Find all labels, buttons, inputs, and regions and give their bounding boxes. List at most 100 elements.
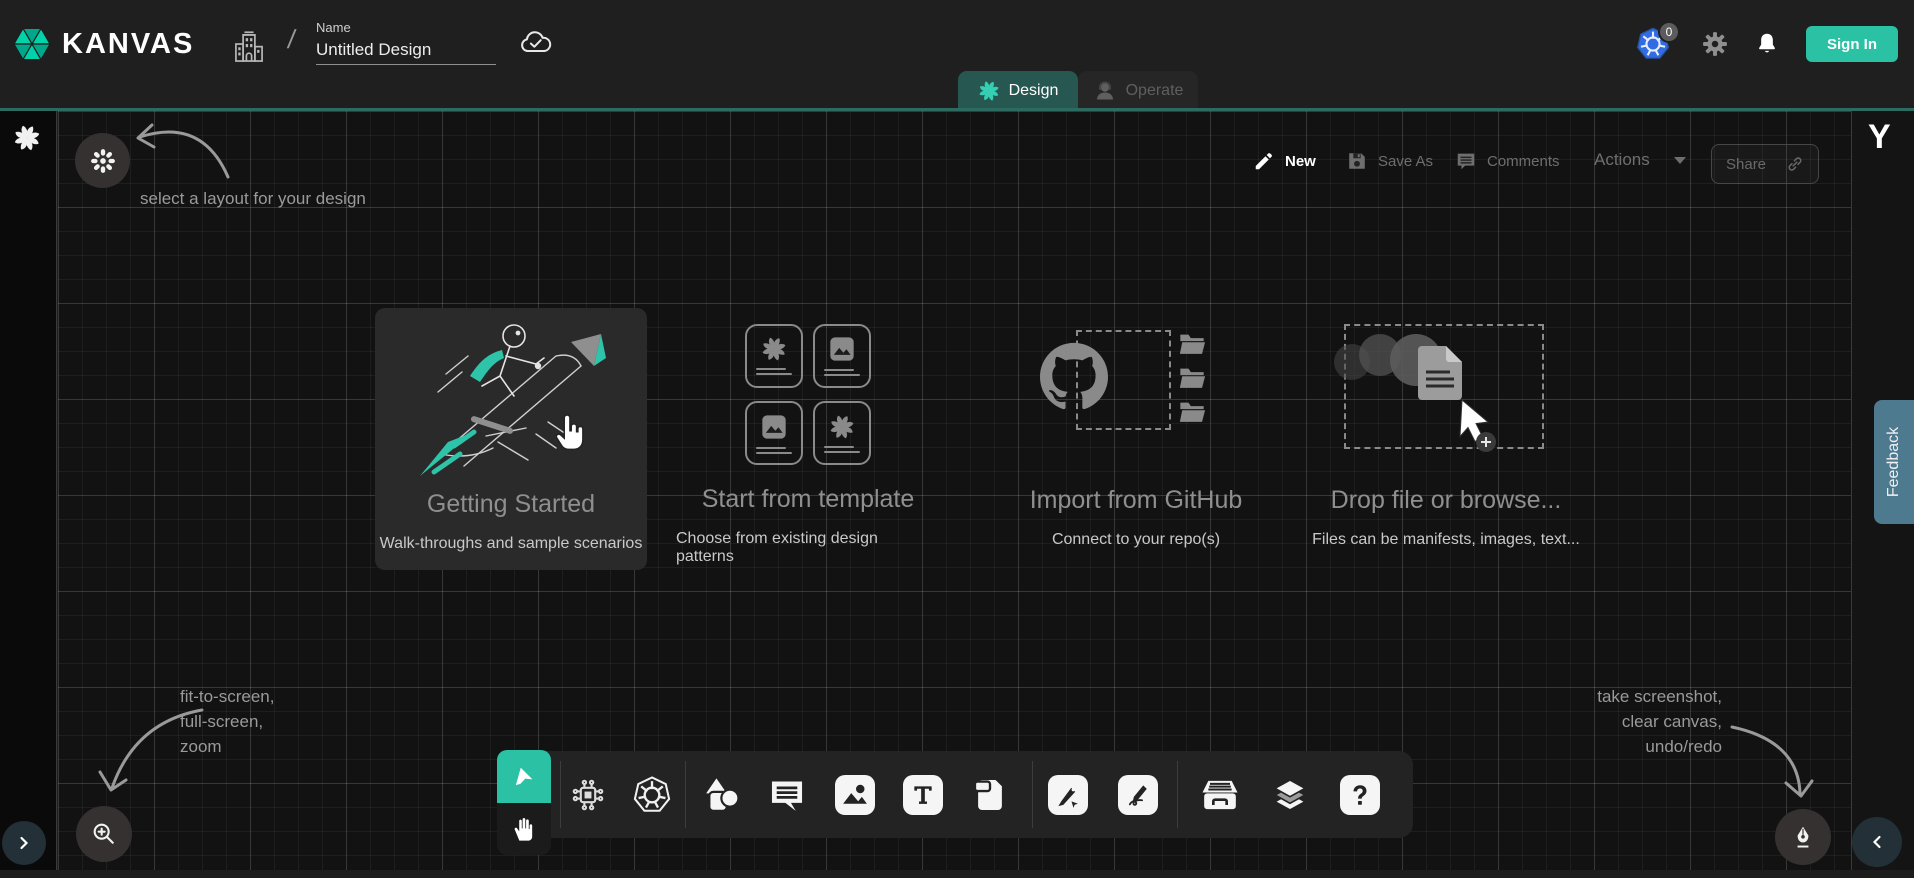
- drawer-tool[interactable]: [1198, 775, 1242, 815]
- feedback-label: Feedback: [1885, 427, 1903, 497]
- layers-tool[interactable]: [1268, 775, 1312, 815]
- comments-button[interactable]: Comments: [1455, 150, 1560, 172]
- drop-file-illustration: [1326, 322, 1566, 472]
- card-subtitle: Connect to your repo(s): [1052, 531, 1220, 549]
- relationship-y-icon[interactable]: Y: [1868, 118, 1891, 157]
- card-drop-file[interactable]: Drop file or browse... Files can be mani…: [1295, 322, 1597, 566]
- toolbar-separator: [560, 761, 561, 828]
- comment-tool[interactable]: [765, 775, 809, 815]
- left-rail: [0, 111, 57, 870]
- cluster-count-badge: 0: [1658, 21, 1680, 43]
- floppy-save-icon: [1346, 150, 1368, 172]
- share-label: Share: [1726, 156, 1766, 173]
- sign-in-button[interactable]: Sign In: [1806, 26, 1898, 62]
- kubernetes-icon: [633, 776, 671, 814]
- text-tool[interactable]: [903, 775, 943, 815]
- actions-label: Actions: [1594, 150, 1650, 170]
- tab-design-label: Design: [1009, 82, 1059, 100]
- share-button[interactable]: Share: [1711, 144, 1819, 184]
- drop-cursor: [1460, 400, 1496, 452]
- actions-dropdown[interactable]: Actions: [1594, 150, 1686, 170]
- comment-icon: [1455, 150, 1477, 172]
- layout-hint-text: select a layout for your design: [140, 186, 366, 211]
- chevron-left-icon: [1867, 832, 1887, 852]
- card-import-from-github[interactable]: Import from GitHub Connect to your repo(…: [1000, 322, 1272, 566]
- toolbar-separator: [685, 761, 686, 828]
- select-tool[interactable]: [497, 750, 551, 803]
- zoom-in-icon: [90, 820, 118, 848]
- shapes-icon: [703, 776, 741, 814]
- kubernetes-tool[interactable]: [630, 775, 674, 815]
- component-icon: [570, 777, 606, 813]
- tab-operate-label: Operate: [1126, 82, 1184, 100]
- image-icon: [840, 780, 870, 810]
- pen-tool-icon: [1054, 781, 1082, 809]
- expand-left-panel-button[interactable]: [2, 821, 46, 865]
- github-octocat-icon: [1040, 342, 1108, 410]
- layout-hint-arrow: [110, 105, 250, 195]
- tab-design[interactable]: Design: [958, 71, 1078, 110]
- shapes-tool[interactable]: [700, 775, 744, 815]
- save-as-label: Save As: [1378, 153, 1433, 170]
- layers-icon: [1270, 775, 1310, 815]
- pencil-icon: [1253, 150, 1275, 172]
- screenshot-hint-arrow: [1720, 715, 1830, 810]
- name-label: Name: [316, 20, 496, 35]
- note-tool[interactable]: [968, 775, 1012, 815]
- toolbar-separator: [1177, 761, 1178, 828]
- tab-operate[interactable]: Operate: [1078, 71, 1198, 110]
- save-as-button[interactable]: Save As: [1346, 150, 1433, 172]
- help-tool[interactable]: [1340, 775, 1380, 815]
- new-label: New: [1285, 153, 1316, 170]
- mode-tabs: Design Operate: [958, 71, 1198, 110]
- design-name-input[interactable]: [316, 38, 496, 65]
- settings-gear-button[interactable]: [1702, 31, 1728, 57]
- canvas-tools-button[interactable]: [1775, 809, 1831, 865]
- github-import-illustration: [1036, 322, 1236, 472]
- card-title: Import from GitHub: [1030, 486, 1243, 515]
- kubernetes-context-button[interactable]: 0: [1636, 27, 1676, 61]
- feedback-tab[interactable]: Feedback: [1874, 400, 1914, 524]
- component-tool[interactable]: [566, 775, 610, 815]
- bottom-scroll-strip: [0, 870, 1914, 878]
- breadcrumb-slash: /: [286, 24, 298, 55]
- pan-tool[interactable]: [497, 803, 551, 855]
- folder-icon: [1178, 366, 1206, 390]
- chevron-right-icon: [14, 833, 34, 853]
- zoom-controls-button[interactable]: [76, 806, 132, 862]
- pan-hand-icon: [510, 815, 538, 843]
- header-actions: 0: [1636, 0, 1898, 88]
- rocket-doodle-illustration: [381, 312, 641, 484]
- zoom-hint-arrow: [90, 700, 220, 810]
- template-tiles-illustration: [738, 322, 878, 467]
- select-cursor-icon: [511, 764, 537, 790]
- text-icon: [910, 782, 936, 808]
- notifications-bell-button[interactable]: [1754, 31, 1780, 57]
- link-icon: [1786, 155, 1804, 173]
- new-design-button[interactable]: New: [1253, 150, 1316, 172]
- drawer-icon: [1200, 775, 1240, 815]
- pen-tool[interactable]: [1048, 775, 1088, 815]
- kanvas-logo[interactable]: KANVAS: [12, 22, 194, 66]
- card-start-from-template[interactable]: Start from template Choose from existing…: [676, 322, 940, 566]
- collapse-right-panel-button[interactable]: [1852, 817, 1902, 867]
- kanvas-app: KANVAS / Name: [0, 0, 1914, 878]
- card-subtitle: Files can be manifests, images, text...: [1312, 531, 1580, 549]
- freehand-draw-tool[interactable]: [1118, 775, 1158, 815]
- meshery-spiral-icon[interactable]: [13, 124, 41, 152]
- card-title: Drop file or browse...: [1331, 486, 1562, 515]
- design-spiral-icon: [978, 80, 1000, 102]
- organization-building-icon[interactable]: [232, 28, 266, 64]
- bottom-toolbar: [497, 751, 1413, 838]
- pen-nib-icon: [1790, 824, 1816, 850]
- card-title: Getting Started: [427, 490, 595, 519]
- freehand-draw-icon: [1124, 781, 1152, 809]
- card-getting-started[interactable]: Getting Started Walk-throughs and sample…: [375, 308, 647, 570]
- card-title: Start from template: [702, 485, 915, 514]
- hexagon-logo-icon: [12, 22, 52, 66]
- operate-agent-icon: [1093, 79, 1117, 103]
- folder-icon: [1178, 332, 1206, 356]
- image-tool[interactable]: [835, 775, 875, 815]
- card-subtitle: Walk-throughs and sample scenarios: [380, 535, 643, 553]
- help-icon: [1347, 782, 1373, 808]
